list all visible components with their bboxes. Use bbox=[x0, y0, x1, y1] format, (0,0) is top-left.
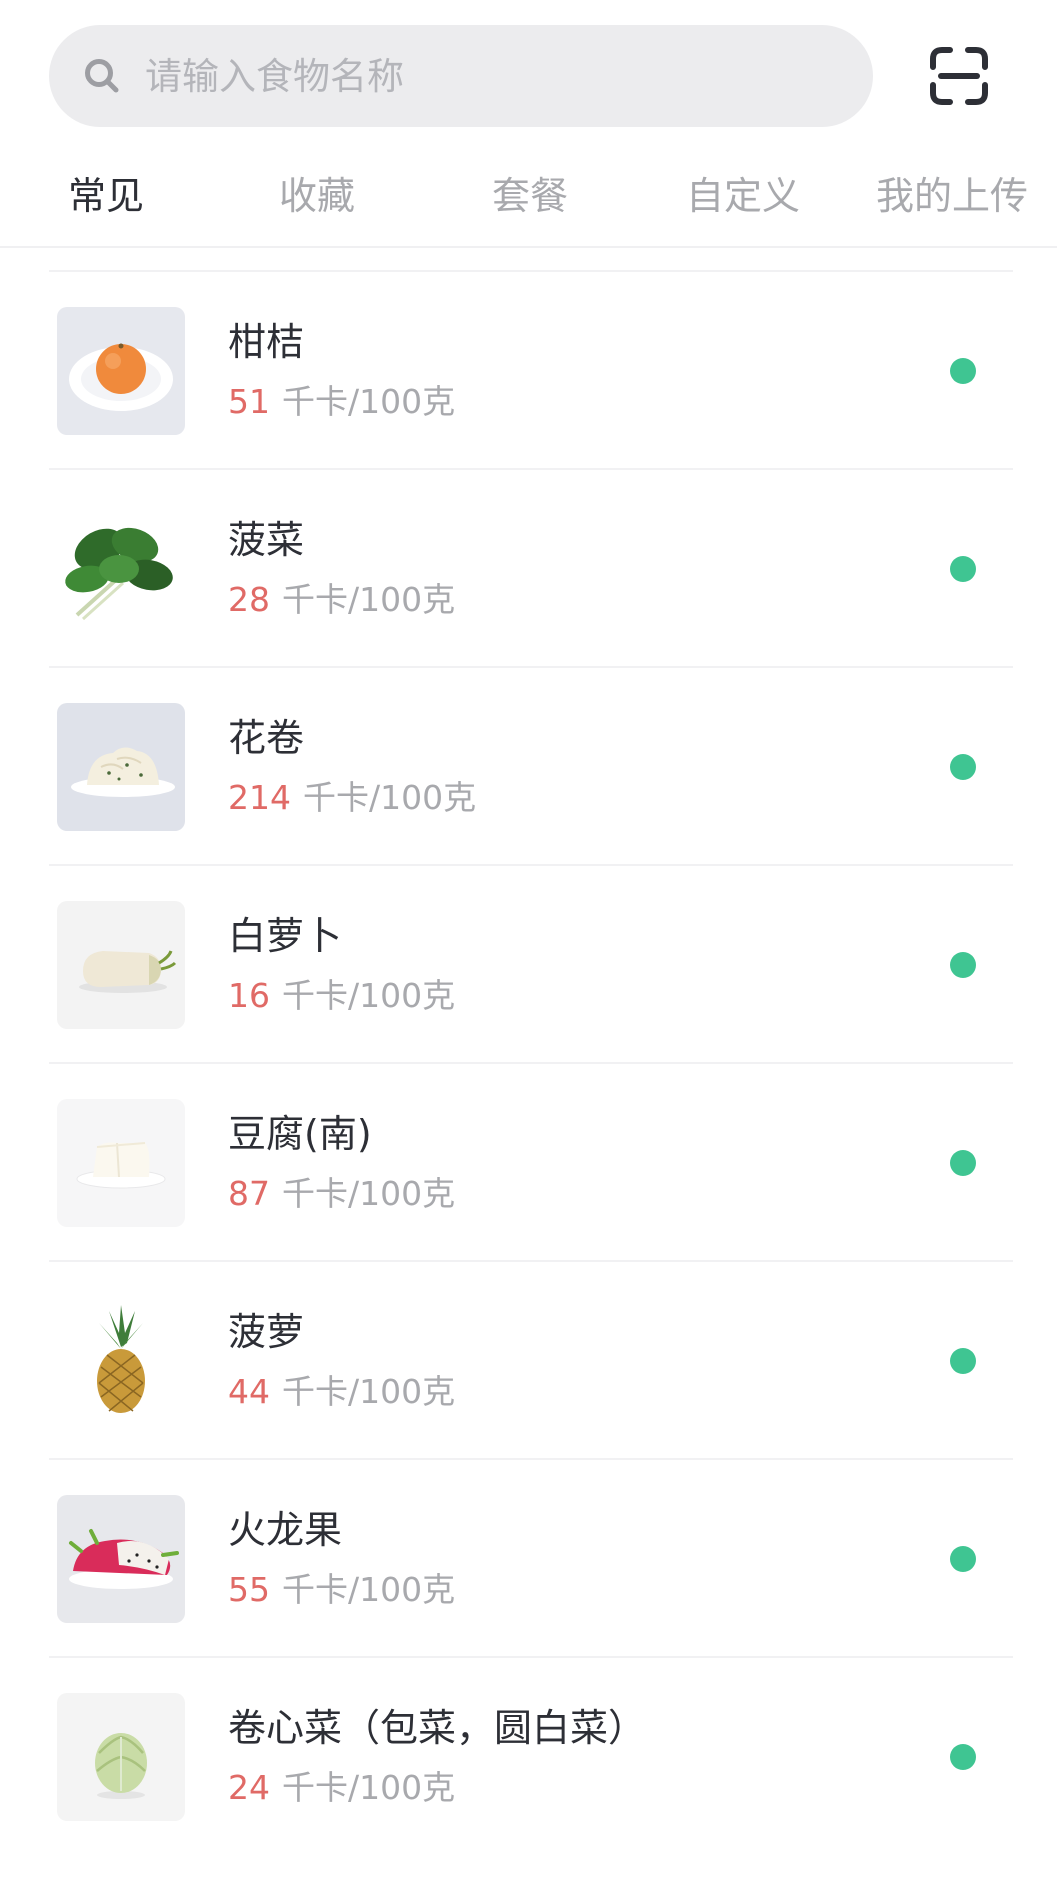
status-dot bbox=[950, 556, 976, 582]
calorie-value: 87 bbox=[228, 1174, 270, 1213]
status-dot bbox=[950, 1744, 976, 1770]
food-name: 柑桔 bbox=[228, 320, 305, 364]
food-calories: 24 千卡/100克 bbox=[228, 1766, 455, 1810]
calorie-value: 24 bbox=[228, 1768, 270, 1807]
calorie-value: 28 bbox=[228, 580, 270, 619]
search-icon bbox=[85, 59, 119, 93]
header bbox=[0, 0, 1057, 148]
calorie-unit: 千卡/100克 bbox=[282, 1768, 456, 1807]
calorie-unit: 千卡/100克 bbox=[303, 778, 477, 817]
list-item[interactable]: 卷心菜（包菜，圆白菜） 24 千卡/100克 bbox=[0, 1658, 1057, 1856]
calorie-unit: 千卡/100克 bbox=[282, 1372, 456, 1411]
food-name: 卷心菜（包菜，圆白菜） bbox=[228, 1706, 647, 1750]
calorie-unit: 千卡/100克 bbox=[282, 976, 456, 1015]
food-calories: 28 千卡/100克 bbox=[228, 578, 455, 622]
food-name: 火龙果 bbox=[228, 1508, 343, 1552]
tab-my-uploads[interactable]: 我的上传 bbox=[876, 170, 1028, 222]
list-item[interactable]: 花卷 214 千卡/100克 bbox=[0, 668, 1057, 866]
tofu-icon bbox=[57, 1099, 185, 1227]
food-thumbnail bbox=[57, 703, 185, 831]
list-item[interactable]: 豆腐(南) 87 千卡/100克 bbox=[0, 1064, 1057, 1262]
food-name: 白萝卜 bbox=[228, 914, 343, 958]
food-calories: 16 千卡/100克 bbox=[228, 974, 455, 1018]
pineapple-icon bbox=[57, 1297, 185, 1425]
status-dot bbox=[950, 1150, 976, 1176]
calorie-value: 214 bbox=[228, 778, 291, 817]
search-bar[interactable] bbox=[49, 25, 873, 127]
tab-common[interactable]: 常见 bbox=[68, 170, 144, 222]
food-thumbnail bbox=[57, 1297, 185, 1425]
status-dot bbox=[950, 754, 976, 780]
food-thumbnail bbox=[57, 505, 185, 633]
food-calories: 87 千卡/100克 bbox=[228, 1172, 455, 1216]
search-input[interactable] bbox=[145, 46, 873, 106]
cabbage-icon bbox=[57, 1693, 185, 1821]
food-thumbnail bbox=[57, 307, 185, 435]
food-name: 菠萝 bbox=[228, 1310, 305, 1354]
food-thumbnail bbox=[57, 1495, 185, 1623]
food-calories: 51 千卡/100克 bbox=[228, 380, 455, 424]
status-dot bbox=[950, 1546, 976, 1572]
status-dot bbox=[950, 952, 976, 978]
tab-custom[interactable]: 自定义 bbox=[686, 170, 800, 222]
food-thumbnail bbox=[57, 1693, 185, 1821]
food-thumbnail bbox=[57, 1099, 185, 1227]
category-tabs: 常见 收藏 套餐 自定义 我的上传 bbox=[0, 148, 1057, 248]
dragon-fruit-icon bbox=[57, 1495, 185, 1623]
white-radish-icon bbox=[57, 901, 185, 1029]
scan-icon[interactable] bbox=[928, 45, 990, 107]
list-item[interactable]: 火龙果 55 千卡/100克 bbox=[0, 1460, 1057, 1658]
food-calories: 55 千卡/100克 bbox=[228, 1568, 455, 1612]
spinach-icon bbox=[57, 505, 185, 633]
status-dot bbox=[950, 358, 976, 384]
tab-meal-sets[interactable]: 套餐 bbox=[492, 170, 568, 222]
calorie-value: 44 bbox=[228, 1372, 270, 1411]
calorie-unit: 千卡/100克 bbox=[282, 580, 456, 619]
calorie-unit: 千卡/100克 bbox=[282, 1174, 456, 1213]
list-item[interactable]: 菠菜 28 千卡/100克 bbox=[0, 470, 1057, 668]
calorie-value: 51 bbox=[228, 382, 270, 421]
food-list: 柑桔 51 千卡/100克 菠菜 28 千卡/100克 花卷 214 千卡/10… bbox=[0, 272, 1057, 1856]
food-calories: 214 千卡/100克 bbox=[228, 776, 476, 820]
mandarin-orange-icon bbox=[57, 307, 185, 435]
list-item[interactable]: 菠萝 44 千卡/100克 bbox=[0, 1262, 1057, 1460]
food-name: 菠菜 bbox=[228, 518, 305, 562]
calorie-value: 16 bbox=[228, 976, 270, 1015]
status-dot bbox=[950, 1348, 976, 1374]
calorie-value: 55 bbox=[228, 1570, 270, 1609]
food-calories: 44 千卡/100克 bbox=[228, 1370, 455, 1414]
list-item[interactable]: 白萝卜 16 千卡/100克 bbox=[0, 866, 1057, 1064]
food-name: 豆腐(南) bbox=[228, 1112, 372, 1156]
list-item[interactable]: 柑桔 51 千卡/100克 bbox=[0, 272, 1057, 470]
calorie-unit: 千卡/100克 bbox=[282, 382, 456, 421]
calorie-unit: 千卡/100克 bbox=[282, 1570, 456, 1609]
food-name: 花卷 bbox=[228, 716, 305, 760]
steamed-roll-icon bbox=[57, 703, 185, 831]
tab-favorites[interactable]: 收藏 bbox=[279, 170, 355, 222]
food-thumbnail bbox=[57, 901, 185, 1029]
